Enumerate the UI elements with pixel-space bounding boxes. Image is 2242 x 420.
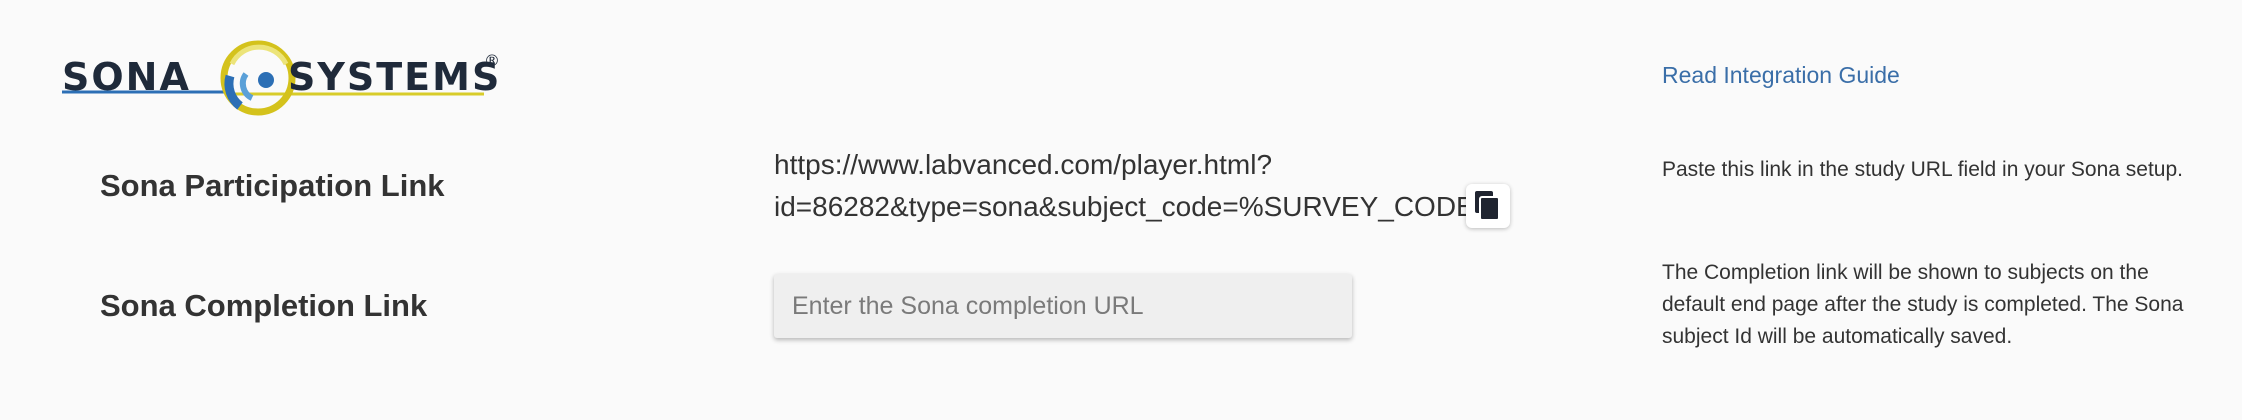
read-integration-guide-link[interactable]: Read Integration Guide [1662,62,1900,89]
completion-help-text: The Completion link will be shown to sub… [1662,261,2184,348]
participation-link-text: https://www.labvanced.com/player.html? i… [774,144,1500,228]
completion-link-label: Sona Completion Link [100,288,428,323]
participation-link-line-2: id=86282&type=sona&subject_code=%SURVEY_… [774,191,1500,222]
sona-systems-logo: SONA SYSTEMS ® [62,36,502,122]
logo-registered-mark: ® [484,51,500,70]
logo-text-systems: SYSTEMS [288,55,501,99]
participation-link-label: Sona Participation Link [100,168,445,203]
copy-link-button[interactable] [1466,184,1510,228]
participation-link-line-1: https://www.labvanced.com/player.html? [774,149,1273,180]
logo-text-sona: SONA [62,55,191,99]
completion-url-input[interactable] [774,274,1352,338]
copy-icon [1475,191,1500,221]
participation-help-text: Paste this link in the study URL field i… [1662,158,2184,181]
